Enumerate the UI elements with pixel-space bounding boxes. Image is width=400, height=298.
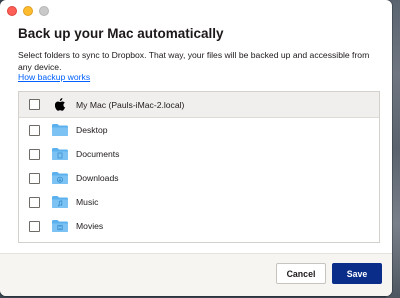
checkbox[interactable] <box>29 124 40 136</box>
folder-label: Downloads <box>76 173 119 183</box>
folder-row-movies[interactable]: Movies <box>19 214 379 238</box>
folder-row-my-mac[interactable]: My Mac (Pauls-iMac-2.local) <box>19 92 379 118</box>
zoom-window-button[interactable] <box>39 6 49 16</box>
backup-dialog: Back up your Mac automatically Select fo… <box>0 0 392 296</box>
dialog-footer: Cancel Save <box>0 253 392 296</box>
folder-row-documents[interactable]: Documents <box>19 142 379 166</box>
checkbox[interactable] <box>29 172 40 184</box>
folder-icon <box>51 123 69 137</box>
folder-label: Desktop <box>76 125 108 135</box>
folder-movies-icon <box>51 219 69 233</box>
folder-documents-icon <box>51 147 69 161</box>
window-controls <box>7 6 49 16</box>
cancel-button[interactable]: Cancel <box>276 263 326 284</box>
folder-label: Movies <box>76 221 104 231</box>
checkbox[interactable] <box>29 99 40 110</box>
folder-label: My Mac (Pauls-iMac-2.local) <box>76 99 185 110</box>
folder-label: Music <box>76 197 99 207</box>
folder-list: My Mac (Pauls-iMac-2.local) Desktop Docu… <box>18 91 380 243</box>
dialog-description: Select folders to sync to Dropbox. That … <box>18 50 370 72</box>
close-window-button[interactable] <box>7 6 17 16</box>
apple-icon <box>51 98 69 112</box>
dialog-title: Back up your Mac automatically <box>18 26 224 41</box>
folder-downloads-icon <box>51 171 69 185</box>
folder-row-music[interactable]: Music <box>19 190 379 214</box>
checkbox[interactable] <box>29 148 40 160</box>
checkbox[interactable] <box>29 196 40 208</box>
folder-row-downloads[interactable]: Downloads <box>19 166 379 190</box>
checkbox[interactable] <box>29 220 40 232</box>
save-button[interactable]: Save <box>332 263 382 284</box>
minimize-window-button[interactable] <box>23 6 33 16</box>
folder-row-desktop[interactable]: Desktop <box>19 118 379 142</box>
folder-label: Documents <box>76 149 120 159</box>
how-backup-works-link[interactable]: How backup works <box>18 72 90 82</box>
folder-music-icon <box>51 195 69 209</box>
